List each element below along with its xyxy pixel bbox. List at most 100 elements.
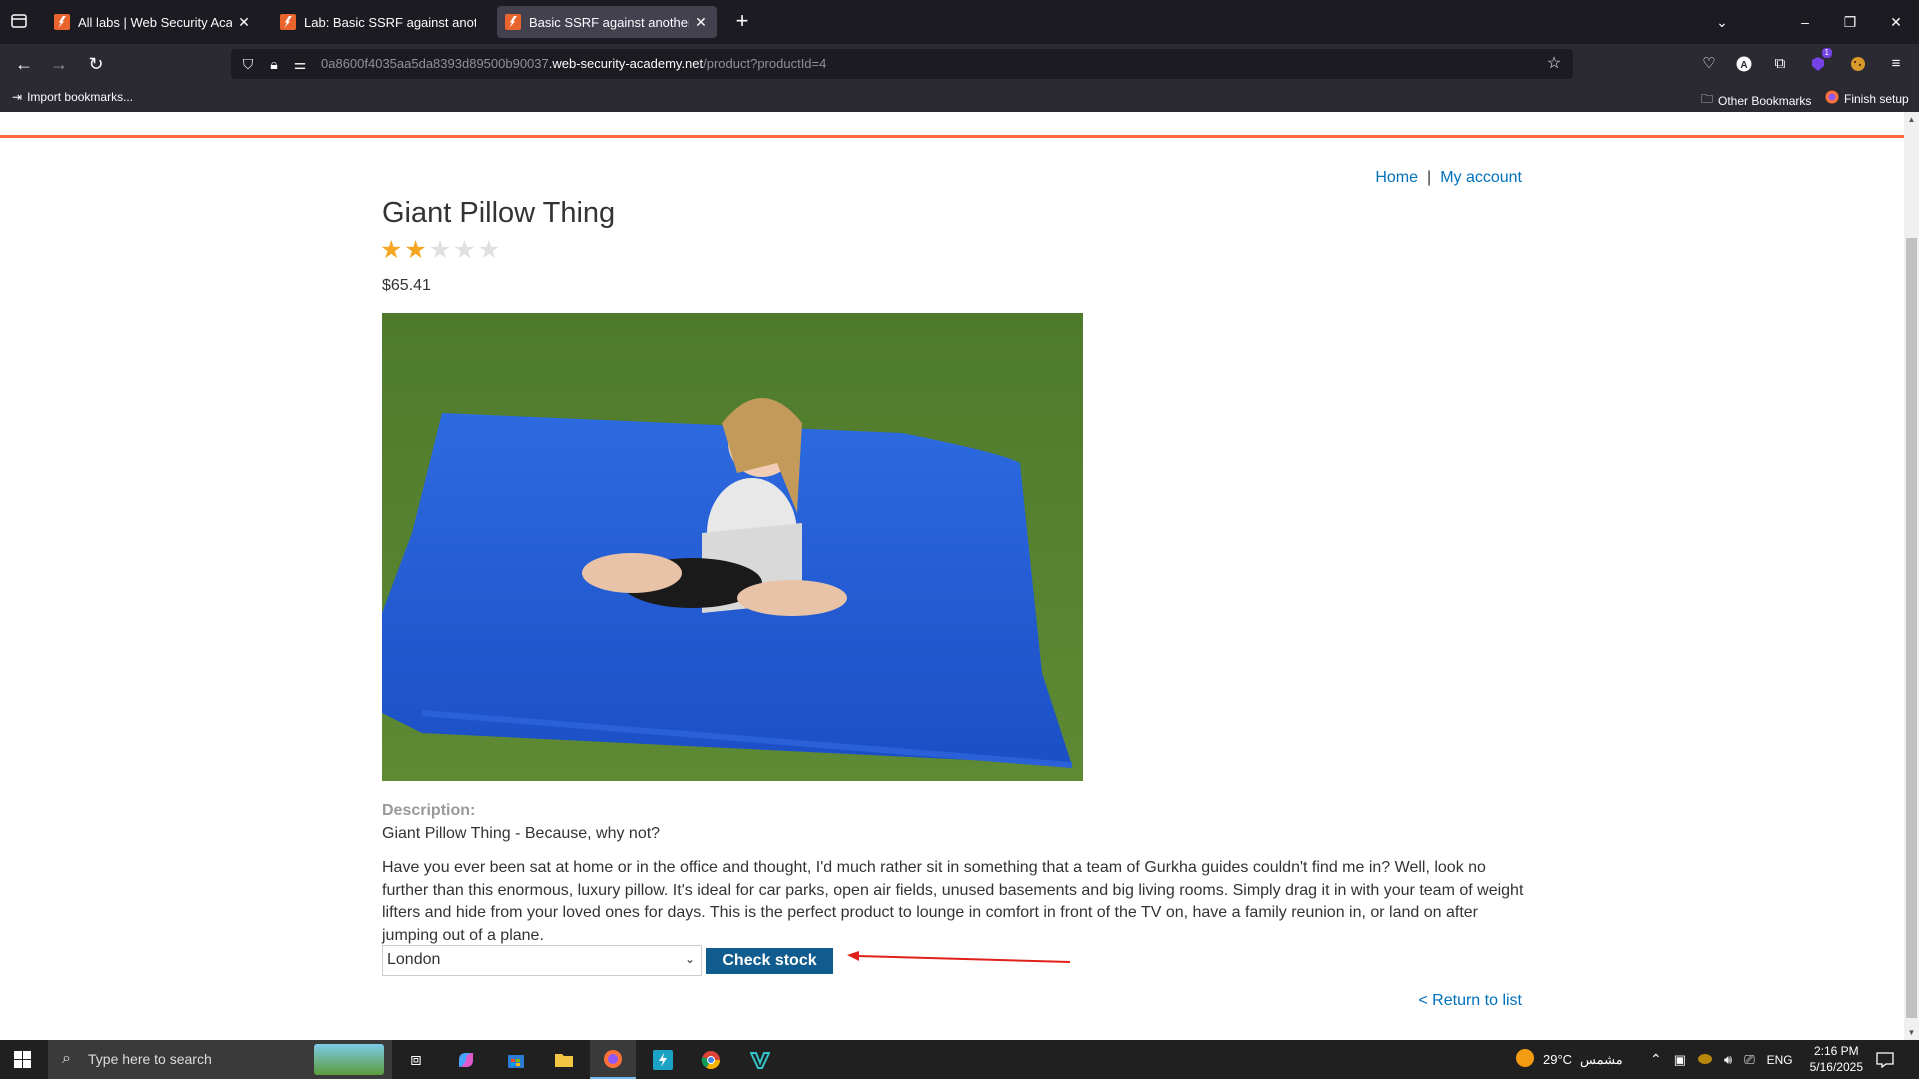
permissions-icon[interactable]: ⚌	[291, 55, 309, 73]
import-icon: ⇥	[12, 90, 23, 104]
weather-temperature: 29°C	[1543, 1052, 1573, 1067]
close-tab-icon[interactable]: ✕	[693, 14, 709, 31]
taskbar-search-box[interactable]: ⌕ Type here to search	[48, 1040, 392, 1079]
scrollbar-thumb[interactable]	[1906, 238, 1917, 1018]
sun-icon	[1515, 1048, 1535, 1071]
copilot-icon[interactable]	[443, 1040, 489, 1079]
description-label: Description:	[382, 802, 476, 819]
tab-title: Basic SSRF against another back	[529, 14, 689, 30]
star-empty-icon: ★	[428, 236, 452, 264]
close-window-icon[interactable]: ✕	[1884, 10, 1908, 34]
chevron-down-icon: ⌄	[684, 952, 695, 966]
portswigger-favicon-icon	[505, 14, 521, 30]
bookmark-star-icon[interactable]: ☆	[1545, 55, 1563, 73]
scroll-down-icon[interactable]: ▼	[1907, 1028, 1916, 1037]
search-icon: ⌕	[62, 1050, 71, 1067]
new-tab-button[interactable]: +	[730, 10, 754, 34]
url-bar[interactable]: ⛉ 🔒︎ ⚌ 0a8600f4035aa5da8393d89500b90037.…	[231, 49, 1573, 79]
check-stock-button[interactable]: Check stock	[706, 948, 833, 974]
bookmarks-toolbar: ⇥ Import bookmarks... 🗀︎ Other Bookmarks…	[0, 84, 1919, 112]
store-select[interactable]: London ⌄	[382, 945, 702, 976]
star-filled-icon: ★	[404, 236, 427, 264]
page-scrollbar[interactable]: ▲ ▼	[1904, 112, 1919, 1040]
chevron-up-icon[interactable]: ⌃	[1650, 1051, 1662, 1068]
description-tagline: Giant Pillow Thing - Because, why not?	[382, 825, 661, 842]
notification-icon[interactable]	[1876, 1040, 1894, 1079]
top-navigation: Home | My account	[1375, 169, 1522, 187]
chrome-icon[interactable]	[688, 1040, 734, 1079]
finish-setup-item[interactable]: Finish setup	[1825, 90, 1909, 107]
star-empty-icon: ★	[477, 236, 501, 264]
shield-icon[interactable]: ⛉	[239, 55, 257, 73]
product-price: $65.41	[382, 277, 431, 294]
close-tab-icon[interactable]: ✕	[236, 14, 252, 31]
url-text[interactable]: 0a8600f4035aa5da8393d89500b90037.web-sec…	[321, 56, 826, 71]
page-viewport: Home | My account Giant Pillow Thing ★ ★ ★ ★ ★…	[0, 112, 1919, 1040]
my-account-link[interactable]: My account	[1440, 169, 1522, 186]
burp-suite-icon[interactable]	[640, 1040, 686, 1079]
folder-icon: 🗀︎	[1701, 92, 1714, 106]
product-title: Giant Pillow Thing	[382, 197, 616, 229]
microsoft-store-icon[interactable]	[493, 1040, 539, 1079]
taskbar-clock[interactable]: 2:16 PM 5/16/2025	[1810, 1043, 1863, 1075]
navigation-toolbar: ← → ↻ ⛉ 🔒︎ ⚌ 0a8600f4035aa5da8393d89500b…	[0, 44, 1919, 84]
system-tray: ⌃ ▣ 🔊︎ ⎚ ENG	[1650, 1040, 1793, 1079]
tab-bar: All labs | Web Security Academy ✕ Lab: B…	[0, 0, 1919, 44]
home-link[interactable]: Home	[1375, 169, 1418, 186]
other-bookmarks-item[interactable]: 🗀︎ Other Bookmarks	[1701, 90, 1811, 111]
star-filled-icon: ★	[380, 236, 403, 264]
tray-app-icon[interactable]	[1698, 1053, 1713, 1067]
header-accent-line	[0, 135, 1904, 138]
account-icon[interactable]: A	[1732, 52, 1756, 76]
taskbar-search-placeholder: Type here to search	[88, 1051, 212, 1067]
network-icon[interactable]: ▣	[1674, 1052, 1686, 1068]
return-to-list-link[interactable]: < Return to list	[1418, 992, 1522, 1010]
firefox-icon	[1825, 90, 1839, 107]
restore-icon[interactable]: ❐	[1838, 10, 1862, 34]
forward-icon[interactable]: →	[47, 52, 71, 76]
import-bookmarks-item[interactable]: ⇥ Import bookmarks...	[12, 90, 133, 104]
windows-taskbar: ⌕ Type here to search ⧈ 29°C مشمس ⌃ ▣ 🔊︎	[0, 1040, 1919, 1079]
tab-lab-description[interactable]: Lab: Basic SSRF against another	[272, 6, 484, 38]
windows-start-icon[interactable]	[14, 1051, 31, 1068]
language-indicator[interactable]: ENG	[1767, 1053, 1793, 1067]
app-menu-icon[interactable]: ≡	[1884, 52, 1908, 76]
reload-icon[interactable]: ↻	[84, 52, 108, 76]
file-explorer-icon[interactable]	[541, 1040, 587, 1079]
tab-all-labs[interactable]: All labs | Web Security Academy ✕	[46, 6, 260, 38]
task-view-icon[interactable]: ⧈	[393, 1040, 439, 1079]
tab-active-lab[interactable]: Basic SSRF against another back ✕	[497, 6, 717, 38]
back-icon[interactable]: ←	[12, 52, 36, 76]
list-all-tabs-icon[interactable]: ⌄	[1710, 10, 1734, 34]
tab-list-icon[interactable]	[10, 12, 30, 32]
svg-text:A: A	[1740, 60, 1747, 71]
description-text: Have you ever been sat at home or in the…	[382, 859, 1524, 944]
weather-condition: مشمس	[1580, 1051, 1623, 1067]
firefox-taskbar-icon[interactable]	[590, 1040, 636, 1079]
extension-badge-icon[interactable]: 1	[1806, 48, 1832, 76]
cookie-extension-icon[interactable]	[1846, 52, 1870, 76]
store-select-value: London	[387, 951, 441, 968]
scroll-up-icon[interactable]: ▲	[1907, 115, 1916, 124]
extensions-icon[interactable]: ⧉	[1768, 52, 1792, 76]
portswigger-favicon-icon	[54, 14, 70, 30]
search-highlight-image	[314, 1044, 384, 1075]
nav-separator: |	[1427, 169, 1432, 186]
product-rating: ★ ★ ★ ★ ★	[380, 238, 500, 263]
pocket-icon[interactable]: ♡	[1697, 52, 1721, 76]
product-image	[382, 313, 1083, 781]
clock-time: 2:16 PM	[1813, 1044, 1859, 1058]
tab-title: Lab: Basic SSRF against another	[304, 14, 476, 30]
portswigger-favicon-icon	[280, 14, 296, 30]
weather-widget[interactable]: 29°C مشمس	[1515, 1040, 1623, 1079]
lock-icon[interactable]: 🔒︎	[265, 55, 283, 73]
connection-icon[interactable]: ⎚	[1744, 1052, 1754, 1068]
minimize-icon[interactable]: –	[1793, 10, 1817, 34]
star-empty-icon: ★	[453, 236, 476, 264]
annotation-arrow-icon	[847, 951, 1071, 963]
extension-badge-count: 1	[1821, 48, 1832, 58]
clock-date: 5/16/2025	[1809, 1060, 1863, 1074]
tab-title: All labs | Web Security Academy	[78, 14, 232, 30]
vs-app-icon[interactable]	[737, 1040, 783, 1079]
speaker-icon[interactable]: 🔊︎	[1724, 1052, 1732, 1068]
